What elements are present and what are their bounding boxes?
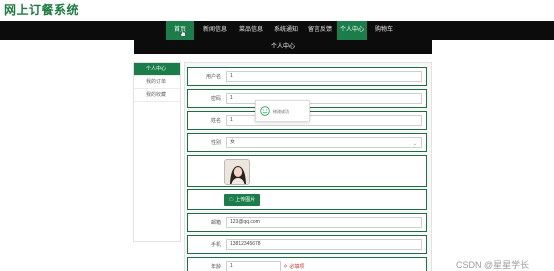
gender-value: 女 — [230, 139, 236, 145]
top-navigation: 首页 新闻信息 菜品信息 系统通知 留言反馈 个人中心 购物车 — [0, 21, 554, 40]
email-label: 邮箱 — [210, 220, 221, 226]
account-row: 用户名 1 — [187, 67, 427, 86]
upload-image-button[interactable]: ☁ 上传图片 — [224, 194, 260, 206]
nav-item-news[interactable]: 新闻信息 — [199, 21, 231, 40]
avatar-portrait-icon — [225, 160, 249, 184]
phone-row: 手机 13812345678 — [187, 235, 427, 254]
age-input[interactable]: 1 — [226, 261, 281, 271]
chevron-down-icon: ⌄ — [412, 141, 417, 147]
upload-row: ☁ 上传图片 — [187, 189, 427, 210]
age-required-text: 必填项 — [289, 264, 305, 270]
nav-item-cart[interactable]: 购物车 — [370, 21, 398, 40]
upload-image-label: 上传图片 — [235, 197, 256, 203]
success-toast: 修改成功 — [255, 100, 310, 122]
page-heading: 个人中心 — [134, 40, 432, 54]
site-title: 网上订餐系统 — [4, 3, 80, 17]
nav-item-feedback[interactable]: 留言反馈 — [304, 21, 336, 40]
hand-cursor-icon — [180, 29, 186, 37]
smile-icon — [260, 106, 270, 116]
nav-item-dishes[interactable]: 菜品信息 — [235, 21, 267, 40]
email-input[interactable]: 123@qq.com — [226, 217, 422, 228]
nav-item-notices[interactable]: 系统通知 — [270, 21, 302, 40]
phone-input[interactable]: 13812345678 — [226, 239, 422, 250]
sidebar: 个人中心 我的订单 我的收藏 — [133, 62, 181, 242]
gender-label: 性别 — [210, 140, 221, 146]
sidebar-item-my-orders[interactable]: 我的订单 — [134, 76, 180, 89]
avatar — [224, 159, 250, 185]
gender-row: 性别 女 ⌄ — [187, 133, 427, 152]
nav-item-personal-center[interactable]: 个人中心 — [337, 21, 367, 40]
password-label: 密码 — [210, 96, 221, 102]
gender-select[interactable]: 女 ⌄ — [226, 137, 422, 148]
name-label: 姓名 — [210, 118, 221, 124]
account-label: 用户名 — [205, 74, 221, 80]
email-row: 邮箱 123@qq.com — [187, 213, 427, 232]
avatar-row — [187, 155, 427, 187]
phone-label: 手机 — [210, 242, 221, 248]
toast-message: 修改成功 — [273, 109, 289, 114]
age-row: 年龄 1 — [187, 257, 427, 271]
sidebar-item-personal-center[interactable]: 个人中心 — [134, 63, 180, 76]
age-label: 年龄 — [210, 264, 221, 270]
sidebar-item-my-favorites[interactable]: 我的收藏 — [134, 89, 180, 102]
watermark: CSDN @星星学长 — [456, 260, 530, 270]
account-input[interactable]: 1 — [226, 71, 422, 82]
age-required-note: ✽ 必填项 — [283, 264, 305, 270]
